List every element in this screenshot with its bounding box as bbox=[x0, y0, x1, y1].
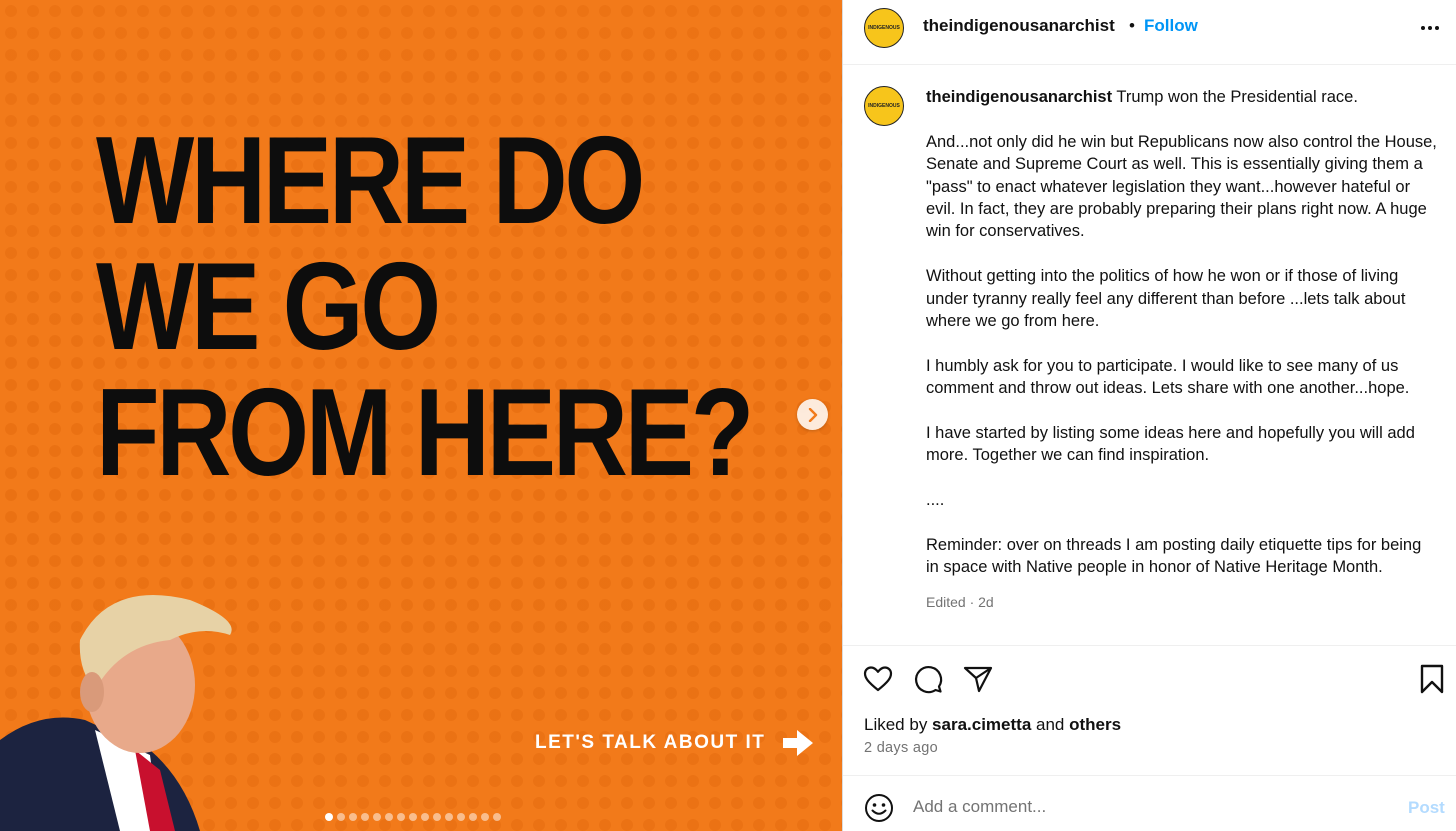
caption-first-line: Trump won the Presidential race. bbox=[1116, 88, 1358, 106]
comment-bar: Post bbox=[843, 775, 1456, 831]
post-timestamp[interactable]: 2 days ago bbox=[864, 740, 938, 756]
caption-username[interactable]: theindigenousanarchist bbox=[926, 88, 1112, 106]
slide-dot bbox=[457, 813, 465, 821]
liked-by-and: and bbox=[1031, 715, 1070, 734]
post-media[interactable]: WHERE DO WE GO FROM HERE? LET'S TALK ABO… bbox=[0, 0, 842, 831]
arrow-right-icon bbox=[783, 730, 814, 756]
media-headline: WHERE DO WE GO FROM HERE? bbox=[96, 112, 754, 502]
comment-input[interactable] bbox=[913, 792, 1353, 822]
chevron-right-icon bbox=[808, 407, 817, 422]
person-photo bbox=[0, 595, 232, 831]
slide-dot bbox=[409, 813, 417, 821]
save-button[interactable] bbox=[1416, 663, 1448, 695]
slide-dot bbox=[373, 813, 381, 821]
bookmark-icon bbox=[1420, 664, 1444, 694]
cta-text: LET'S TALK ABOUT IT bbox=[535, 730, 814, 756]
comment-icon bbox=[914, 665, 943, 694]
caption-paragraph: I humbly ask for you to participate. I w… bbox=[926, 356, 1410, 398]
emoji-icon[interactable] bbox=[864, 793, 894, 823]
post-side-panel: INDIGENOUS theindigenousanarchist • Foll… bbox=[842, 0, 1456, 831]
liked-by-others[interactable]: others bbox=[1069, 715, 1121, 734]
post-comment-button[interactable]: Post bbox=[1408, 798, 1445, 818]
like-button[interactable] bbox=[862, 663, 894, 695]
caption-paragraph: .... bbox=[926, 491, 945, 510]
caption-paragraph: Reminder: over on threads I am posting d… bbox=[926, 536, 1422, 577]
username-link[interactable]: theindigenousanarchist bbox=[923, 16, 1115, 36]
slide-dot bbox=[325, 813, 333, 821]
liked-by-user[interactable]: sara.cimetta bbox=[932, 715, 1031, 734]
liked-by: Liked by sara.cimetta and others bbox=[864, 715, 1121, 735]
headline-line-3: FROM HERE? bbox=[96, 364, 754, 502]
slide-dot bbox=[337, 813, 345, 821]
avatar-text: INDIGENOUS bbox=[868, 25, 900, 31]
follow-button[interactable]: Follow bbox=[1144, 16, 1198, 36]
caption: theindigenousanarchist Trump won the Pre… bbox=[926, 86, 1438, 614]
caption-paragraph: I have started by listing some ideas her… bbox=[926, 424, 1415, 465]
post-header: INDIGENOUS theindigenousanarchist • Foll… bbox=[843, 0, 1456, 65]
slide-dot bbox=[445, 813, 453, 821]
caption-paragraph: And...not only did he win but Republican… bbox=[926, 132, 1437, 241]
headline-line-2: WE GO bbox=[96, 238, 441, 376]
avatar-text: INDIGENOUS bbox=[868, 103, 900, 109]
slide-dot bbox=[433, 813, 441, 821]
slide-dot bbox=[385, 813, 393, 821]
slide-dot bbox=[397, 813, 405, 821]
heart-icon bbox=[863, 666, 893, 692]
next-slide-button[interactable] bbox=[797, 399, 828, 430]
caption-avatar[interactable]: INDIGENOUS bbox=[864, 86, 904, 126]
caption-first-paragraph: theindigenousanarchist Trump won the Pre… bbox=[926, 86, 1438, 108]
headline-line-1: WHERE DO bbox=[96, 112, 645, 250]
cta-label: LET'S TALK ABOUT IT bbox=[535, 732, 766, 753]
slide-indicator bbox=[325, 813, 501, 821]
caption-area[interactable]: INDIGENOUS theindigenousanarchist Trump … bbox=[843, 66, 1456, 644]
comment-button[interactable] bbox=[912, 663, 944, 695]
slide-dot bbox=[481, 813, 489, 821]
caption-meta: Edited · 2d bbox=[926, 594, 994, 611]
action-bar: Liked by sara.cimetta and others 2 days … bbox=[843, 645, 1456, 775]
send-icon bbox=[963, 666, 993, 693]
slide-dot bbox=[349, 813, 357, 821]
slide-dot bbox=[421, 813, 429, 821]
caption-paragraph: Without getting into the politics of how… bbox=[926, 267, 1406, 331]
share-button[interactable] bbox=[962, 663, 994, 695]
slide-dot bbox=[469, 813, 477, 821]
avatar[interactable]: INDIGENOUS bbox=[864, 8, 904, 48]
slide-dot bbox=[361, 813, 369, 821]
separator-dot: • bbox=[1129, 16, 1135, 35]
liked-by-prefix: Liked by bbox=[864, 715, 933, 734]
more-options-icon[interactable] bbox=[1415, 16, 1445, 40]
slide-dot bbox=[493, 813, 501, 821]
